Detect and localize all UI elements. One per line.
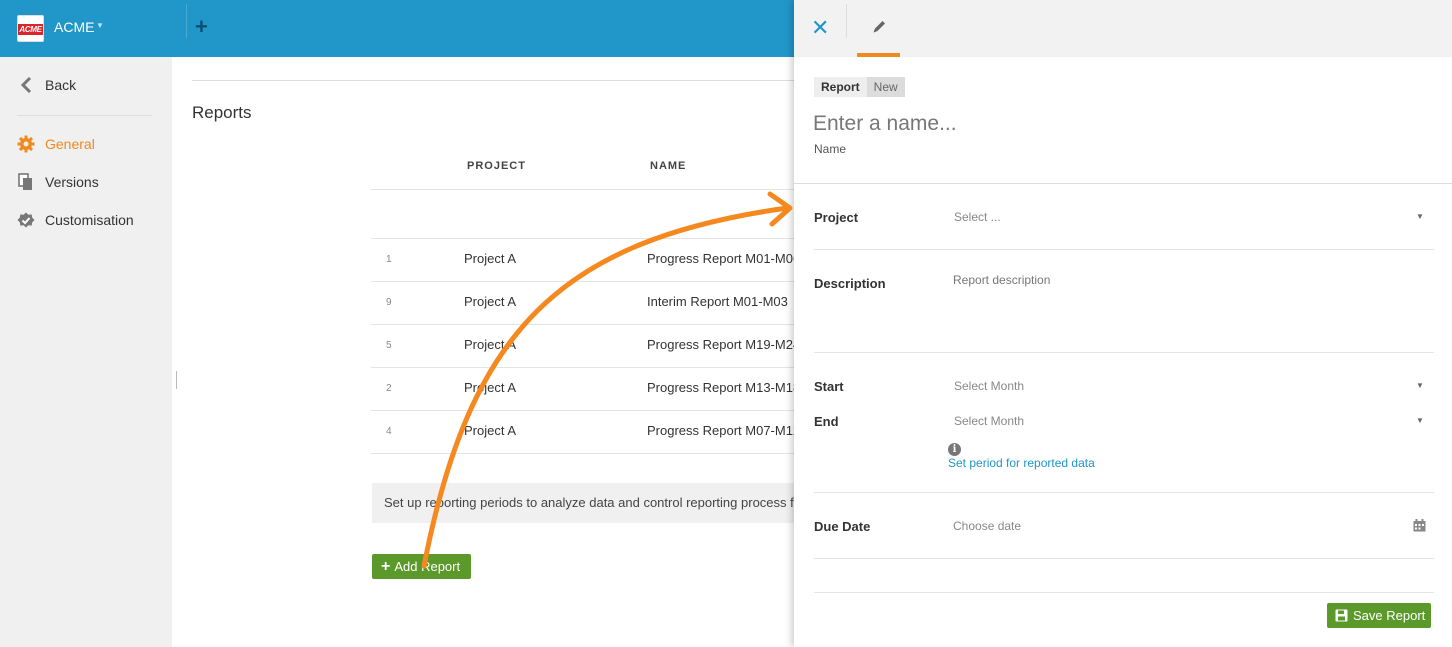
project-label: Project <box>814 210 859 225</box>
footer-divider <box>814 592 1434 593</box>
toolbar-divider <box>186 4 187 38</box>
documents-icon <box>17 173 35 191</box>
floppy-disk-icon <box>1335 609 1348 622</box>
table-bottom-line <box>371 453 794 454</box>
end-month-select[interactable]: Select Month <box>954 414 1024 428</box>
row-project: Project A <box>464 251 517 266</box>
pencil-icon[interactable] <box>870 18 888 36</box>
add-report-button[interactable]: + Add Report <box>372 554 471 579</box>
close-icon[interactable]: ✕ <box>811 16 829 40</box>
plus-icon: + <box>381 557 391 575</box>
column-header-name[interactable]: NAME <box>650 160 686 172</box>
table-row[interactable]: 2 Project A Progress Report M13-M18 <box>371 367 800 410</box>
sidebar-item-general[interactable]: General <box>17 133 95 155</box>
save-report-label: Save Report <box>1353 608 1426 623</box>
sidebar: Back General Versions Customisation <box>0 57 172 647</box>
table-row[interactable]: 4 Project A Progress Report M07-M12 <box>371 410 800 453</box>
table-row[interactable]: 5 Project A Progress Report M19-M24 <box>371 324 800 367</box>
column-header-project[interactable]: PROJECT <box>467 160 526 172</box>
chevron-left-icon <box>17 76 35 94</box>
start-label: Start <box>814 379 844 394</box>
chevron-down-icon[interactable]: ▼ <box>96 21 104 30</box>
badge-check-icon <box>17 211 35 229</box>
sidebar-item-label: Versions <box>45 174 99 190</box>
row-project: Project A <box>464 294 517 309</box>
info-message-text: Set up reporting periods to analyze data… <box>384 495 794 510</box>
row-number: 5 <box>386 340 392 351</box>
calendar-icon[interactable] <box>1413 519 1426 532</box>
add-report-label: Add Report <box>394 559 461 574</box>
gear-icon <box>17 135 35 153</box>
end-label: End <box>814 414 839 429</box>
acme-logo[interactable]: ACME <box>17 15 44 42</box>
row-project: Project A <box>464 380 517 395</box>
row-number: 1 <box>386 254 392 265</box>
main-divider <box>192 80 794 81</box>
table-row[interactable]: 9 Project A Interim Report M01-M03 <box>371 281 794 324</box>
sidebar-divider <box>17 115 152 116</box>
logo-text: ACME <box>18 24 43 35</box>
chevron-down-icon[interactable]: ▼ <box>1416 381 1424 390</box>
back-link[interactable]: Back <box>17 74 76 96</box>
row-number: 2 <box>386 383 392 394</box>
sidebar-item-versions[interactable]: Versions <box>17 171 99 193</box>
panel-divider <box>794 183 1452 184</box>
table-row[interactable]: 1 Project A Progress Report M01-M06 <box>371 238 800 281</box>
row-name: Progress Report M01-M06 <box>647 251 801 266</box>
row-name: Interim Report M01-M03 <box>647 294 788 309</box>
due-date-input[interactable]: Choose date <box>953 519 1021 533</box>
info-message: Set up reporting periods to analyze data… <box>372 483 794 523</box>
period-help-link[interactable]: Set period for reported data <box>948 456 1095 470</box>
chevron-down-icon[interactable]: ▼ <box>1416 416 1424 425</box>
row-name: Progress Report M19-M24 <box>647 337 801 352</box>
row-name: Progress Report M13-M18 <box>647 380 801 395</box>
top-bar: ACME ACME ▼ + <box>0 0 794 57</box>
status-badge: New <box>866 77 905 97</box>
start-month-select[interactable]: Select Month <box>954 379 1024 393</box>
panel-header: ✕ <box>794 0 1452 57</box>
row-number: 9 <box>386 297 392 308</box>
info-icon: i <box>948 443 961 456</box>
name-field-label: Name <box>814 142 847 156</box>
resize-handle[interactable] <box>176 371 177 389</box>
field-divider <box>814 249 1434 250</box>
chevron-down-icon[interactable]: ▼ <box>1416 212 1424 221</box>
sidebar-item-customisation[interactable]: Customisation <box>17 209 134 231</box>
field-divider <box>814 558 1434 559</box>
description-label: Description <box>814 276 886 291</box>
page-title: Reports <box>192 103 252 122</box>
description-textarea[interactable]: Report description <box>953 273 1050 287</box>
project-select[interactable]: Select ... <box>954 210 1001 224</box>
report-editor-panel: ✕ Report New Name Project Select ... ▼ D… <box>794 0 1452 647</box>
add-plus-icon[interactable]: + <box>195 14 208 40</box>
workspace-name[interactable]: ACME <box>54 19 94 35</box>
type-badge: Report <box>814 77 867 97</box>
edit-tab-indicator <box>857 53 900 57</box>
field-divider <box>814 492 1434 493</box>
field-divider <box>814 352 1434 353</box>
row-project: Project A <box>464 337 517 352</box>
record-badges: Report New <box>814 77 905 97</box>
panel-header-divider <box>846 4 847 38</box>
sidebar-item-label: Customisation <box>45 212 134 228</box>
row-number: 4 <box>386 426 392 437</box>
report-name-input[interactable] <box>813 112 1313 136</box>
save-report-button[interactable]: Save Report <box>1327 603 1431 628</box>
row-project: Project A <box>464 423 517 438</box>
row-name: Progress Report M07-M12 <box>647 423 801 438</box>
sidebar-item-label: General <box>45 136 95 152</box>
back-label: Back <box>45 77 77 93</box>
table-header-line <box>371 189 794 190</box>
due-date-label: Due Date <box>814 519 871 534</box>
